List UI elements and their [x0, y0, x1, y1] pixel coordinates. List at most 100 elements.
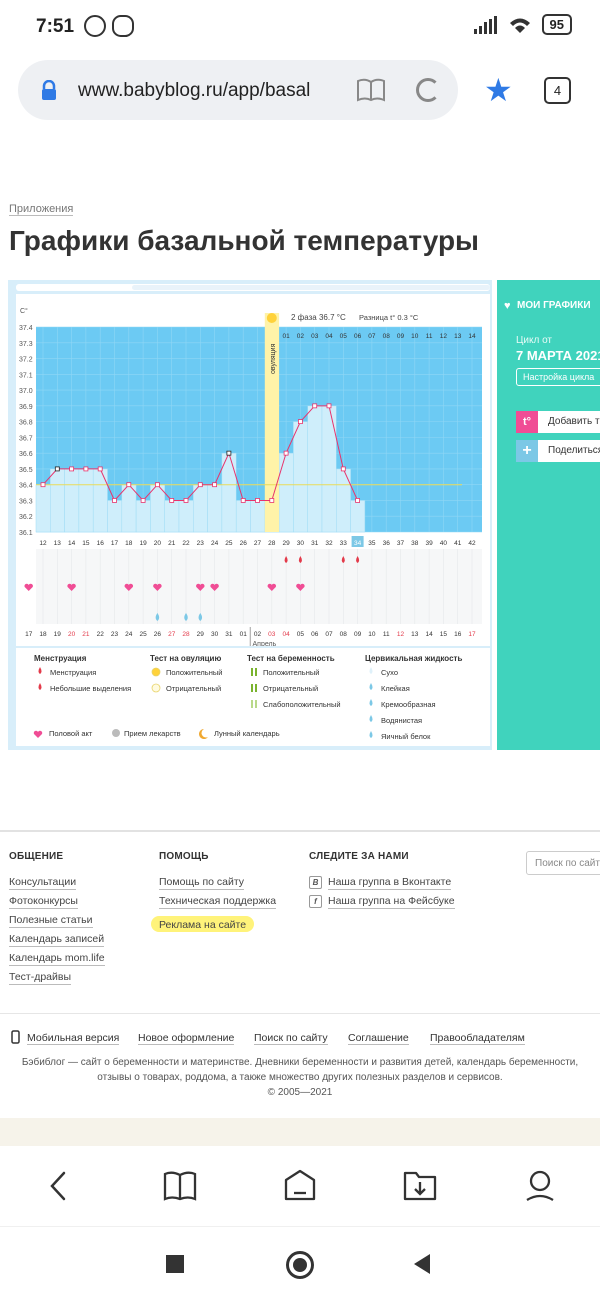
bookmark-star-icon[interactable]: ★	[484, 74, 513, 106]
calendar-date-label: 28	[182, 631, 190, 638]
footer-nav-mobile[interactable]: Мобильная версия	[27, 1032, 120, 1045]
cycle-settings-button[interactable]: Настройка цикла	[516, 368, 600, 386]
temperature-bar	[307, 405, 323, 533]
reader-mode-icon[interactable]	[356, 78, 386, 102]
top-date-label: 14	[468, 333, 476, 340]
signal-icon	[473, 15, 497, 34]
add-temp-icon: t°	[516, 411, 538, 433]
cycle-day-label: 31	[311, 540, 319, 547]
tabs-button[interactable]: 4	[544, 77, 571, 104]
wifi-icon	[509, 18, 530, 33]
top-date-label: 12	[440, 333, 448, 340]
profile-icon[interactable]	[524, 1168, 556, 1202]
legend-pregnancy-test-item: Слабоположительный	[263, 700, 341, 709]
cycle-day-label: 32	[325, 540, 333, 547]
home-icon[interactable]	[283, 1168, 317, 1202]
temperature-point	[197, 482, 203, 488]
back-system-icon[interactable]	[412, 1253, 432, 1275]
cycle-day-label: 19	[139, 540, 147, 547]
y-tick-label: 36.4	[19, 483, 33, 490]
reload-icon[interactable]	[416, 78, 440, 102]
home-system-icon[interactable]	[286, 1251, 314, 1279]
downloads-icon[interactable]	[402, 1168, 438, 1202]
footer-heading: ОБЩЕНИЕ	[9, 851, 64, 862]
legend-ovulation-test-icon	[151, 667, 161, 677]
footer-link[interactable]: Полезные статьи	[9, 914, 105, 928]
footer-nav-new-design[interactable]: Новое оформление	[138, 1032, 235, 1045]
cycle-day-label: 39	[425, 540, 433, 547]
legend-graphic: Менструация Менструация Небольшие выделени…	[33, 654, 462, 741]
my-charts-link[interactable]: МОИ ГРАФИКИ	[517, 300, 591, 311]
footer-link-highlighted[interactable]: Реклама на сайте	[151, 916, 276, 932]
calendar-date-label: 23	[111, 631, 119, 638]
temperature-point	[54, 466, 60, 472]
calendar-date-label: 13	[411, 631, 419, 638]
ovulation-label: овуляция	[270, 343, 277, 374]
footer-link[interactable]: Календарь mom.life	[9, 952, 105, 966]
temperature-point	[340, 466, 346, 472]
intercourse-icon	[24, 583, 33, 591]
address-bar[interactable]: www.babyblog.ru/app/basal	[18, 60, 458, 120]
temperature-bar	[193, 484, 208, 533]
add-temperature-button[interactable]: t° Добавить т	[516, 411, 600, 433]
footer-nav-rights[interactable]: Правообладателям	[430, 1032, 525, 1045]
calendar-date-label: 14	[425, 631, 433, 638]
footer-nav-search[interactable]: Поиск по сайту	[254, 1032, 328, 1045]
footer-nav-agreement[interactable]: Соглашение	[348, 1032, 409, 1045]
breadcrumb[interactable]: Приложения	[9, 203, 74, 216]
cycle-day-label: 27	[254, 540, 262, 547]
legend-menstruation-icon	[38, 683, 42, 690]
temperature-point	[226, 450, 232, 456]
legend-cervical-title: Цервикальная жидкость	[365, 654, 462, 663]
y-tick-label: 36.1	[19, 530, 33, 537]
calendar-date-label: 17	[25, 631, 33, 638]
facebook-icon: f	[309, 895, 322, 908]
legend-pregnancy-test-icon	[251, 700, 253, 708]
clock: 7:51	[36, 16, 75, 37]
footer-search-input[interactable]: Поиск по сайту	[526, 851, 600, 875]
viber-icon	[112, 15, 134, 37]
temperature-point	[69, 466, 74, 472]
temperature-bar	[293, 421, 308, 533]
bookmarks-icon[interactable]	[162, 1170, 198, 1202]
cycle-day-label: 33	[340, 540, 348, 547]
scrollbar-thumb[interactable]	[132, 285, 490, 290]
top-date-label: 10	[411, 333, 419, 340]
y-tick-label: 37.1	[19, 372, 33, 379]
calendar-date-label: 19	[54, 631, 62, 638]
footer-link[interactable]: Техническая поддержка	[159, 895, 277, 909]
footer-link[interactable]: Консультации	[9, 876, 105, 890]
legend-pregnancy-test-item: Положительный	[263, 668, 319, 677]
footer-link[interactable]: f Наша группа на Фейсбуке	[309, 895, 455, 909]
footer-link[interactable]: Тест-драйвы	[9, 971, 105, 985]
back-icon[interactable]	[46, 1170, 72, 1202]
legend-menstruation-title: Менструация	[34, 654, 87, 663]
month-label: Апрель	[253, 641, 277, 646]
footer-link[interactable]: Календарь записей	[9, 933, 105, 947]
footer-link[interactable]: Фотоконкурсы	[9, 895, 105, 909]
footer-link[interactable]: В Наша группа в Вконтакте	[309, 876, 455, 890]
calendar-date-label: 26	[154, 631, 162, 638]
vk-icon: В	[309, 876, 322, 889]
y-unit-label: C°	[20, 307, 28, 315]
legend-ovulation-test-item: Отрицательный	[166, 684, 221, 693]
cycle-day-label: 29	[282, 540, 290, 547]
recents-icon[interactable]	[166, 1255, 184, 1273]
footer-divider	[0, 830, 600, 832]
temperature-point	[183, 498, 189, 503]
legend-pregnancy-test-icon	[255, 684, 257, 692]
cycle-day-label: 36	[383, 540, 391, 547]
calendar-date-label: 18	[39, 631, 47, 638]
legend-cervical-item: Яичный белок	[381, 732, 431, 741]
share-button[interactable]: + Поделиться	[516, 440, 600, 462]
cycle-day-label: 42	[468, 540, 476, 547]
legend-cervical-item: Сухо	[381, 668, 398, 677]
footer-link[interactable]: Помощь по сайту	[159, 876, 276, 890]
legend-menstruation-item: Небольшие выделения	[50, 684, 131, 693]
temperature-bar	[121, 484, 137, 533]
temperature-bar	[150, 484, 165, 533]
calendar-date-label: 09	[354, 631, 362, 638]
temperature-bar	[78, 468, 94, 533]
cycle-day-label: 23	[197, 540, 205, 547]
url-text[interactable]: www.babyblog.ru/app/basal	[78, 80, 310, 102]
